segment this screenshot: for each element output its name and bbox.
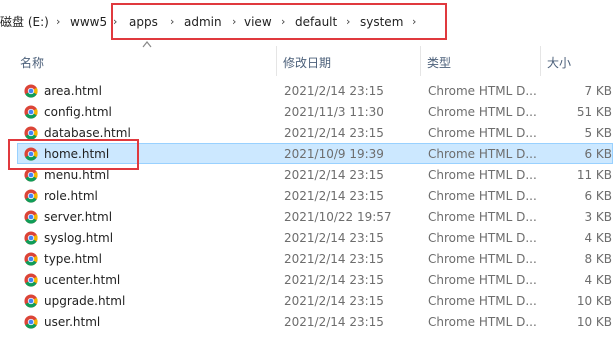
column-divider[interactable] bbox=[420, 46, 421, 76]
file-size: 11 KB bbox=[576, 168, 612, 182]
file-name: role.html bbox=[44, 189, 98, 203]
breadcrumb-chevron-icon[interactable]: › bbox=[232, 14, 236, 30]
file-type: Chrome HTML D... bbox=[428, 273, 537, 287]
breadcrumb-admin[interactable]: admin bbox=[184, 14, 222, 30]
file-size: 8 KB bbox=[584, 252, 612, 266]
column-size-header[interactable]: 大小 bbox=[547, 54, 571, 71]
breadcrumb-chevron-icon[interactable]: › bbox=[113, 14, 117, 30]
file-row[interactable]: area.html 2021/2/14 23:15 Chrome HTML D...… bbox=[17, 80, 613, 101]
file-type: Chrome HTML D... bbox=[428, 84, 537, 98]
file-size: 5 KB bbox=[584, 126, 612, 140]
column-date-header[interactable]: 修改日期 bbox=[283, 54, 331, 71]
file-type: Chrome HTML D... bbox=[428, 231, 537, 245]
file-modified-date: 2021/2/14 23:15 bbox=[284, 168, 384, 182]
file-size: 51 KB bbox=[576, 105, 612, 119]
file-type: Chrome HTML D... bbox=[428, 189, 537, 203]
file-size: 7 KB bbox=[584, 84, 612, 98]
file-type: Chrome HTML D... bbox=[428, 210, 537, 224]
file-modified-date: 2021/10/9 19:39 bbox=[284, 147, 384, 161]
file-name: upgrade.html bbox=[44, 294, 126, 308]
file-modified-date: 2021/2/14 23:15 bbox=[284, 126, 384, 140]
column-header: 名称 修改日期 类型 大小 bbox=[0, 46, 613, 76]
file-name: area.html bbox=[44, 84, 102, 98]
breadcrumb-system[interactable]: system bbox=[360, 14, 403, 30]
file-modified-date: 2021/11/3 11:30 bbox=[284, 105, 384, 119]
file-size: 6 KB bbox=[584, 189, 612, 203]
file-type: Chrome HTML D... bbox=[428, 147, 537, 161]
file-size: 10 KB bbox=[576, 315, 612, 329]
file-modified-date: 2021/2/14 23:15 bbox=[284, 252, 384, 266]
file-modified-date: 2021/2/14 23:15 bbox=[284, 273, 384, 287]
file-row[interactable]: ucenter.html 2021/2/14 23:15 Chrome HTML D… bbox=[17, 269, 613, 290]
chrome-icon bbox=[24, 315, 38, 329]
column-divider[interactable] bbox=[276, 46, 277, 76]
file-modified-date: 2021/2/14 23:15 bbox=[284, 231, 384, 245]
file-type: Chrome HTML D... bbox=[428, 168, 537, 182]
breadcrumb-chevron-icon[interactable]: › bbox=[170, 14, 174, 30]
file-row[interactable]: upgrade.html 2021/2/14 23:15 Chrome HTML D… bbox=[17, 290, 613, 311]
file-row[interactable]: role.html 2021/2/14 23:15 Chrome HTML D...… bbox=[17, 185, 613, 206]
breadcrumb-view[interactable]: view bbox=[244, 14, 272, 30]
file-row[interactable]: syslog.html 2021/2/14 23:15 Chrome HTML D.… bbox=[17, 227, 613, 248]
file-name: type.html bbox=[44, 252, 102, 266]
file-type: Chrome HTML D... bbox=[428, 294, 537, 308]
breadcrumb-chevron-icon[interactable]: › bbox=[56, 14, 60, 30]
column-type-header[interactable]: 类型 bbox=[427, 54, 451, 71]
file-name: server.html bbox=[44, 210, 113, 224]
breadcrumb-apps[interactable]: apps bbox=[129, 14, 158, 30]
file-row[interactable]: database.html 2021/2/14 23:15 Chrome HTML … bbox=[17, 122, 613, 143]
chrome-icon bbox=[24, 273, 38, 287]
file-size: 10 KB bbox=[576, 294, 612, 308]
chrome-icon bbox=[24, 105, 38, 119]
chrome-icon bbox=[24, 189, 38, 203]
breadcrumb-chevron-icon[interactable]: › bbox=[346, 14, 350, 30]
chrome-icon bbox=[24, 294, 38, 308]
file-row[interactable]: type.html 2021/2/14 23:15 Chrome HTML D...… bbox=[17, 248, 613, 269]
file-modified-date: 2021/2/14 23:15 bbox=[284, 84, 384, 98]
file-row[interactable]: home.html 2021/10/9 19:39 Chrome HTML D...… bbox=[17, 143, 613, 164]
file-row[interactable]: config.html 2021/11/3 11:30 Chrome HTML D.… bbox=[17, 101, 613, 122]
file-name: user.html bbox=[44, 315, 101, 329]
file-modified-date: 2021/10/22 19:57 bbox=[284, 210, 392, 224]
chrome-icon bbox=[24, 126, 38, 140]
file-size: 6 KB bbox=[584, 147, 612, 161]
breadcrumb-chevron-icon[interactable]: › bbox=[281, 14, 285, 30]
column-divider[interactable] bbox=[540, 46, 541, 76]
breadcrumb-chevron-icon[interactable]: › bbox=[412, 14, 416, 30]
file-row[interactable]: server.html 2021/10/22 19:57 Chrome HTML D… bbox=[17, 206, 613, 227]
file-modified-date: 2021/2/14 23:15 bbox=[284, 315, 384, 329]
breadcrumb-default[interactable]: default bbox=[295, 14, 337, 30]
chrome-icon bbox=[24, 147, 38, 161]
file-size: 4 KB bbox=[584, 273, 612, 287]
chrome-icon bbox=[24, 231, 38, 245]
file-modified-date: 2021/2/14 23:15 bbox=[284, 294, 384, 308]
column-name-header[interactable]: 名称 bbox=[20, 54, 44, 71]
chrome-icon bbox=[24, 168, 38, 182]
file-row[interactable]: menu.html 2021/2/14 23:15 Chrome HTML D...… bbox=[17, 164, 613, 185]
chrome-icon bbox=[24, 252, 38, 266]
file-name: menu.html bbox=[44, 168, 110, 182]
file-type: Chrome HTML D... bbox=[428, 315, 537, 329]
breadcrumb-drive-e[interactable]: 磁盘 (E:) bbox=[0, 14, 49, 30]
file-size: 3 KB bbox=[584, 210, 612, 224]
file-type: Chrome HTML D... bbox=[428, 126, 537, 140]
chrome-icon bbox=[24, 210, 38, 224]
file-row[interactable]: user.html 2021/2/14 23:15 Chrome HTML D...… bbox=[17, 311, 613, 332]
address-bar[interactable]: 磁盘 (E:) › www5 › apps › admin › view › d… bbox=[0, 0, 613, 44]
file-size: 4 KB bbox=[584, 231, 612, 245]
breadcrumb-www5[interactable]: www5 bbox=[70, 14, 107, 30]
file-type: Chrome HTML D... bbox=[428, 105, 537, 119]
file-name: syslog.html bbox=[44, 231, 114, 245]
file-name: home.html bbox=[44, 147, 110, 161]
file-type: Chrome HTML D... bbox=[428, 252, 537, 266]
file-name: database.html bbox=[44, 126, 131, 140]
chrome-icon bbox=[24, 84, 38, 98]
file-name: ucenter.html bbox=[44, 273, 121, 287]
file-modified-date: 2021/2/14 23:15 bbox=[284, 189, 384, 203]
file-name: config.html bbox=[44, 105, 112, 119]
